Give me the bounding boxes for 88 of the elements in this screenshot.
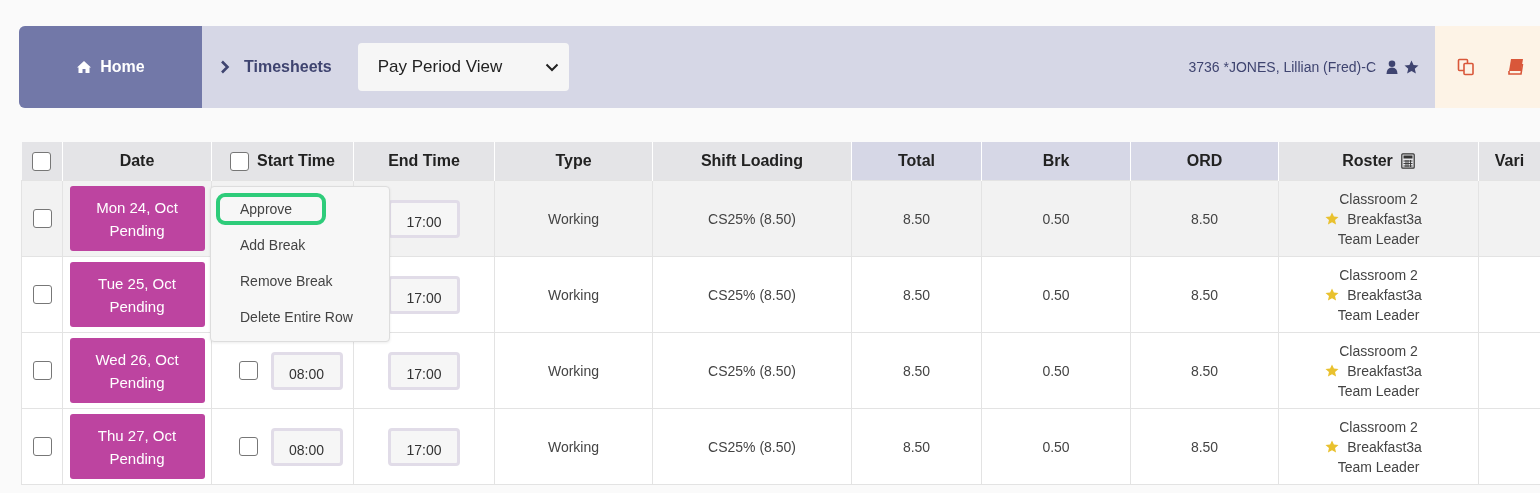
status-text: Pending [109, 297, 165, 315]
select-all-checkbox[interactable] [32, 151, 52, 171]
roster-text: Breakfast3a [1347, 362, 1422, 379]
date-text: Wed 26, Oct [95, 350, 179, 368]
roster-text: Classroom 2 [1339, 266, 1418, 283]
roster-text: Team Leader [1337, 306, 1420, 323]
column-header: Total [898, 152, 935, 170]
user-icon[interactable] [1386, 60, 1398, 74]
start-time-field[interactable]: 08:00 [270, 351, 343, 390]
date-text: Thu 27, Oct [97, 426, 177, 444]
date-badge[interactable]: Wed 26, Oct Pending [69, 338, 205, 403]
menu-item[interactable]: Approve [216, 193, 327, 225]
menu-item[interactable]: Add Break [216, 229, 340, 261]
row-checkbox[interactable] [32, 209, 52, 228]
start-time-field[interactable]: 08:00 [270, 427, 343, 466]
start-checkbox[interactable] [238, 437, 258, 456]
table-cell: 8.50 [1190, 286, 1219, 303]
date-badge[interactable]: Tue 25, Oct Pending [69, 262, 205, 327]
chevron-right-icon [220, 60, 230, 74]
roster-text: Classroom 2 [1339, 342, 1418, 359]
end-time-field[interactable]: 17:00 [388, 199, 460, 238]
table-cell: 8.50 [902, 362, 931, 379]
calculator-icon[interactable] [1400, 153, 1415, 169]
column-header: Start Time [257, 152, 335, 170]
home-icon [76, 60, 93, 74]
status-text: Pending [109, 373, 165, 391]
roster-text: Breakfast3a [1347, 210, 1422, 227]
status-text: Pending [109, 449, 165, 467]
date-badge[interactable]: Mon 24, Oct Pending [69, 186, 205, 251]
star-icon [1325, 364, 1340, 377]
roster-text: Team Leader [1337, 458, 1420, 475]
roster-text: Classroom 2 [1339, 190, 1418, 207]
date-badge[interactable]: Thu 27, Oct Pending [69, 414, 205, 479]
column-header: End Time [388, 152, 460, 170]
table-cell: 0.50 [1042, 362, 1070, 379]
table-cell: Working [547, 286, 600, 303]
roster-text: Classroom 2 [1339, 418, 1418, 435]
table-cell: 0.50 [1042, 286, 1070, 303]
book-icon[interactable] [1507, 58, 1524, 76]
table-cell: 8.50 [902, 286, 931, 303]
date-text: Tue 25, Oct [98, 274, 176, 292]
table-cell: 8.50 [902, 210, 931, 227]
table-cell: CS25% (8.50) [708, 438, 796, 455]
view-select[interactable]: Pay Period View [357, 43, 569, 91]
caret-icon [544, 62, 559, 72]
table-cell: 8.50 [902, 438, 931, 455]
menu-item[interactable]: Delete Entire Row [216, 301, 387, 333]
column-header: Roster [1342, 152, 1393, 170]
column-header: Brk [1042, 152, 1070, 170]
home-link[interactable]: Home [19, 26, 202, 108]
column-header: Vari [1494, 152, 1525, 170]
table-cell: Working [547, 362, 600, 379]
row-checkbox[interactable] [32, 285, 52, 304]
table-cell: CS25% (8.50) [708, 210, 796, 227]
column-header: Shift Loading [700, 152, 804, 170]
table-cell: 0.50 [1042, 210, 1070, 227]
table-cell: CS25% (8.50) [708, 286, 796, 303]
column-header: Date [119, 152, 155, 170]
table-cell: CS25% (8.50) [708, 362, 796, 379]
star-icon[interactable] [1404, 60, 1419, 74]
end-time-field[interactable]: 17:00 [388, 427, 460, 466]
row-checkbox[interactable] [32, 437, 52, 456]
table-cell: Working [547, 210, 600, 227]
column-checkbox[interactable] [230, 151, 249, 171]
star-icon [1325, 212, 1340, 225]
star-icon [1325, 288, 1340, 301]
end-time-field[interactable]: 17:00 [388, 275, 460, 314]
date-text: Mon 24, Oct [96, 198, 178, 216]
start-checkbox[interactable] [238, 361, 258, 380]
roster-text: Team Leader [1337, 382, 1420, 399]
table-cell: Working [547, 438, 600, 455]
roster-text: Breakfast3a [1347, 286, 1422, 303]
end-time-field[interactable]: 17:00 [388, 351, 460, 390]
table-cell: 8.50 [1190, 438, 1219, 455]
table-cell: 8.50 [1190, 210, 1219, 227]
copy-icon[interactable] [1457, 58, 1476, 76]
roster-text: Breakfast3a [1347, 438, 1422, 455]
table-cell: 8.50 [1190, 362, 1219, 379]
column-header: ORD [1186, 152, 1223, 170]
breadcrumb-link[interactable]: Timesheets [244, 58, 332, 76]
star-icon [1325, 440, 1340, 453]
menu-item[interactable]: Remove Break [216, 265, 367, 297]
employee-name: 3736 *JONES, Lillian (Fred)-C [1188, 59, 1376, 75]
table-cell: 0.50 [1042, 438, 1070, 455]
column-header: Type [555, 152, 592, 170]
roster-text: Team Leader [1337, 230, 1420, 247]
status-text: Pending [109, 221, 165, 239]
row-checkbox[interactable] [32, 361, 52, 380]
